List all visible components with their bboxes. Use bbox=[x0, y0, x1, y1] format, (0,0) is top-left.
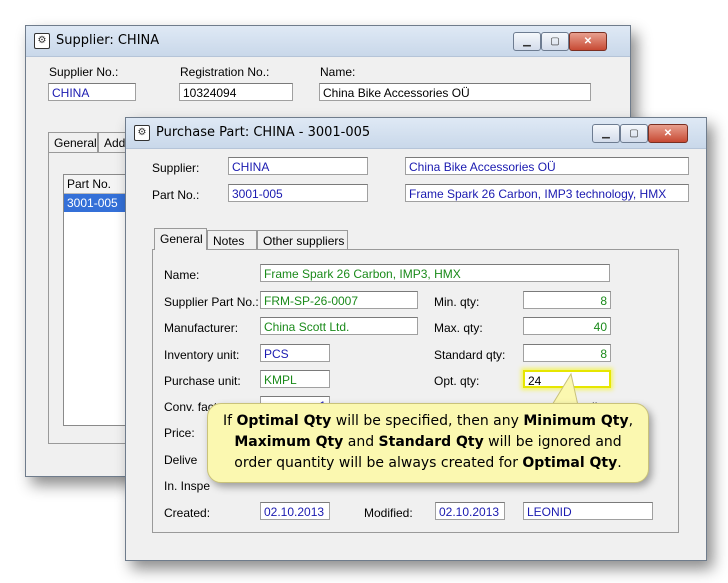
app-icon: ⚙ bbox=[34, 33, 50, 49]
callout-standard-qty: Standard Qty bbox=[378, 434, 484, 450]
supplier-code-field[interactable]: CHINA bbox=[228, 157, 368, 175]
supplier-name-field[interactable]: China Bike Accessories OÜ bbox=[405, 157, 689, 175]
name-field[interactable]: China Bike Accessories OÜ bbox=[319, 83, 591, 101]
callout-optimal-qty-2: Optimal Qty bbox=[522, 455, 618, 471]
part-list[interactable]: Part No. 3001-005 bbox=[63, 174, 129, 426]
purchase-unit-field[interactable]: KMPL bbox=[260, 370, 330, 388]
inventory-unit-field[interactable]: PCS bbox=[260, 344, 330, 362]
name-field[interactable]: Frame Spark 26 Carbon, IMP3, HMX bbox=[260, 264, 610, 282]
tab-general[interactable]: General bbox=[154, 228, 207, 250]
part-description-field[interactable]: Frame Spark 26 Carbon, IMP3 technology, … bbox=[405, 184, 689, 202]
part-no-label: Part No.: bbox=[152, 188, 200, 202]
supplier-no-field[interactable]: CHINA bbox=[48, 83, 136, 101]
purchase-titlebar: ⚙ Purchase Part: CHINA - 3001-005 ▁ ▢ ✕ bbox=[126, 118, 706, 149]
minimize-button[interactable]: ▁ bbox=[513, 32, 541, 51]
tab-add[interactable]: Add bbox=[98, 132, 128, 152]
callout-text-6: . bbox=[617, 455, 622, 471]
supplier-no-label: Supplier No.: bbox=[49, 65, 119, 79]
inspection-label: In. Inspe bbox=[164, 479, 211, 493]
manufacturer-label: Manufacturer: bbox=[164, 321, 239, 335]
purchase-unit-label: Purchase unit: bbox=[164, 374, 241, 388]
supplier-part-no-label: Supplier Part No.: bbox=[164, 295, 259, 309]
max-qty-label: Max. qty: bbox=[434, 321, 483, 335]
callout-text-4: and bbox=[343, 434, 379, 450]
window-title: Purchase Part: CHINA - 3001-005 bbox=[156, 125, 371, 140]
inventory-unit-label: Inventory unit: bbox=[164, 348, 240, 362]
callout-minimum-qty: Minimum Qty bbox=[523, 413, 629, 429]
callout-text-3: , bbox=[628, 413, 634, 429]
part-no-field[interactable]: 3001-005 bbox=[228, 184, 368, 202]
supplier-label: Supplier: bbox=[152, 161, 200, 175]
tab-general[interactable]: General bbox=[48, 132, 98, 152]
list-item[interactable]: 3001-005 bbox=[64, 194, 128, 212]
callout-text-1: If bbox=[222, 413, 237, 429]
supplier-part-no-field[interactable]: FRM-SP-26-0007 bbox=[260, 291, 418, 309]
window-title: Supplier: CHINA bbox=[56, 33, 160, 48]
app-icon: ⚙ bbox=[134, 125, 150, 141]
standard-qty-field[interactable]: 8 bbox=[523, 344, 611, 362]
info-callout: If Optimal Qty will be specified, then a… bbox=[207, 403, 649, 483]
registration-no-label: Registration No.: bbox=[180, 65, 270, 79]
min-qty-label: Min. qty: bbox=[434, 295, 480, 309]
modified-by-field[interactable]: LEONID bbox=[523, 502, 653, 520]
maximize-button[interactable]: ▢ bbox=[620, 124, 648, 143]
registration-no-field[interactable]: 10324094 bbox=[179, 83, 293, 101]
name-label: Name: bbox=[164, 268, 200, 282]
created-field[interactable]: 02.10.2013 bbox=[260, 502, 330, 520]
opt-qty-label: Opt. qty: bbox=[434, 374, 480, 388]
manufacturer-field[interactable]: China Scott Ltd. bbox=[260, 317, 418, 335]
price-label: Price: bbox=[164, 426, 195, 440]
close-button[interactable]: ✕ bbox=[569, 32, 607, 51]
tab-notes[interactable]: Notes bbox=[207, 230, 257, 250]
max-qty-field[interactable]: 40 bbox=[523, 317, 611, 335]
purchase-part-window: ⚙ Purchase Part: CHINA - 3001-005 ▁ ▢ ✕ … bbox=[125, 117, 707, 561]
created-label: Created: bbox=[164, 506, 211, 520]
callout-optimal-qty: Optimal Qty bbox=[236, 413, 332, 429]
callout-text-2: will be specified, then any bbox=[331, 413, 524, 429]
maximize-button[interactable]: ▢ bbox=[541, 32, 569, 51]
minimize-button[interactable]: ▁ bbox=[592, 124, 620, 143]
callout-maximum-qty: Maximum Qty bbox=[234, 434, 344, 450]
supplier-titlebar: ⚙ Supplier: CHINA ▁ ▢ ✕ bbox=[26, 26, 630, 57]
modified-field[interactable]: 02.10.2013 bbox=[435, 502, 505, 520]
min-qty-field[interactable]: 8 bbox=[523, 291, 611, 309]
name-label: Name: bbox=[320, 65, 356, 79]
list-header[interactable]: Part No. bbox=[64, 175, 128, 194]
modified-label: Modified: bbox=[364, 506, 413, 520]
close-button[interactable]: ✕ bbox=[648, 124, 688, 143]
delivery-label: Delive bbox=[164, 453, 198, 467]
tab-other-suppliers[interactable]: Other suppliers bbox=[257, 230, 348, 250]
standard-qty-label: Standard qty: bbox=[434, 348, 506, 362]
